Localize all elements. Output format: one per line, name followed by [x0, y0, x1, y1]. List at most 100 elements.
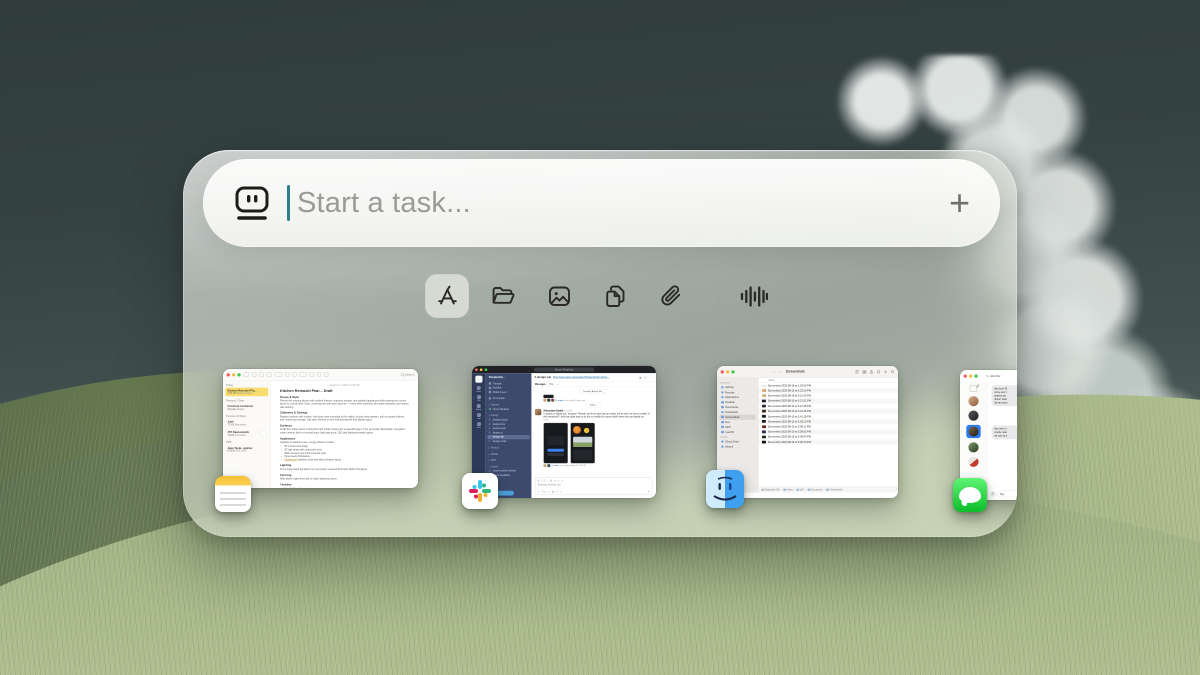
note-list-item-selected[interactable]: Kitchen Remodel Pla... 4:05 PM Scope & S… [225, 388, 268, 397]
rail-item-home[interactable]: Home [477, 386, 481, 392]
date-divider-today[interactable]: Today⌄ [586, 403, 602, 408]
to-field[interactable]: To: JoJo Nor [986, 375, 1000, 378]
avatar[interactable] [535, 409, 541, 415]
window-thumbnail-notes[interactable]: Search Today Kitchen Remodel Pla... 4:05… [223, 369, 418, 488]
channel-topic-link[interactable]: https://www.notion.so/perplexity/Product… [553, 376, 609, 379]
path-crumb[interactable]: Users [781, 488, 793, 491]
workspace-logo[interactable] [475, 376, 482, 383]
send-icon[interactable]: ➤ [648, 491, 650, 494]
file-row[interactable]: Screenshot 2025-08-13 at 5.28.10 PM [758, 440, 898, 445]
share-icon[interactable] [324, 373, 328, 377]
slack-search-bar[interactable]: Search Perplexity [534, 368, 594, 372]
note-list-item[interactable]: Jana Tesla - painter 8/30/20 555-0134 [225, 445, 268, 454]
path-crumb[interactable]: Screenshots [824, 488, 843, 491]
rail-item-activity[interactable]: Activity [476, 404, 481, 410]
sidebar-toggle-icon[interactable] [244, 373, 249, 377]
note-link[interactable]: Undermount [284, 458, 297, 461]
slack-app-icon[interactable] [462, 473, 498, 509]
conversation-avatar[interactable] [968, 396, 978, 406]
conversation-avatar[interactable] [968, 442, 978, 452]
header-icons[interactable]: ◉ ⓘ ⋮ [639, 375, 653, 379]
traffic-lights[interactable] [721, 370, 735, 373]
composer-actions[interactable]: ＋ Aa ☺ @ ✎ ⌗ [538, 490, 563, 493]
compose-note-icon[interactable] [275, 373, 282, 377]
chat-area[interactable]: Hey love! W come over t projects an dinn… [987, 382, 1017, 500]
notes-editor[interactable]: August 14, 2025 at 4:05 PM Kitchen Remod… [271, 381, 418, 488]
notes-app-icon[interactable] [215, 476, 251, 512]
format-toolbar[interactable]: B I S ⎯ ⛓ ≡ ≡ ⟨⟩ [538, 479, 650, 482]
replies-link[interactable]: 4 replies [551, 465, 559, 467]
attachment-screenshot-1[interactable] [543, 423, 568, 464]
tags-icon[interactable] [877, 370, 880, 373]
sidebar-item-macos[interactable]: macOS [719, 429, 755, 434]
date-divider[interactable]: Tuesday, August 5th⌄ [579, 389, 608, 394]
lock-icon[interactable] [317, 373, 321, 377]
traffic-lights[interactable] [475, 368, 487, 371]
message-feed[interactable]: Tuesday, August 5th⌄ 40 replies Last rep… [531, 387, 656, 476]
thread-row[interactable]: 40 replies Last reply 2 days ago [543, 399, 652, 402]
list-view-icon[interactable] [252, 373, 256, 377]
add-attachment-icon[interactable]: + [990, 491, 995, 496]
group-view-icon[interactable] [863, 370, 867, 373]
add-button[interactable]: + [949, 185, 970, 221]
channel-item[interactable]: design-mode [486, 439, 532, 443]
compose-icon[interactable] [970, 385, 977, 392]
thread-replies-link[interactable]: 40 replies [555, 399, 564, 401]
path-crumb[interactable]: p00 [794, 488, 804, 491]
back-forward-buttons[interactable]: ‹ › [774, 369, 783, 374]
checklist-icon[interactable] [292, 373, 296, 377]
traffic-lights[interactable] [227, 373, 241, 376]
media-icon[interactable] [310, 373, 314, 377]
files-label[interactable]: 2 files [543, 419, 652, 421]
conversation-avatar[interactable] [968, 457, 978, 467]
format-icon[interactable] [285, 373, 289, 377]
window-thumbnail-finder[interactable]: ‹ › Screenshots Favorites AirDrop [717, 366, 898, 498]
message-input[interactable]: Hey [997, 491, 1017, 498]
channel-name[interactable]: # design-sql [534, 375, 551, 378]
search-icon[interactable] [891, 370, 894, 373]
sidebar-item-drafts[interactable]: Drafts & sent [486, 390, 532, 394]
mode-files[interactable] [481, 274, 525, 318]
section-product[interactable]: Product [486, 446, 532, 450]
mode-images[interactable] [537, 274, 581, 318]
sidebar-item-dm[interactable]: Henry Modisett [486, 407, 532, 411]
traffic-lights[interactable] [964, 374, 978, 377]
messages-app-icon[interactable] [953, 478, 987, 512]
actions-gear-icon[interactable] [884, 370, 888, 373]
window-thumbnail-slack[interactable]: Search Perplexity Home DMs Activity Late… [472, 366, 656, 498]
file-attachments [543, 423, 652, 464]
mode-attachments[interactable] [649, 274, 693, 318]
section-mdx[interactable]: MDX [486, 458, 532, 462]
sidebar-item-shared[interactable]: Shared [719, 444, 755, 449]
section-mobile[interactable]: Mobile [486, 452, 532, 456]
path-crumb[interactable]: Macintosh HD [761, 488, 779, 491]
notes-search-field[interactable]: Search [401, 373, 415, 376]
rail-item-later[interactable]: Later [477, 413, 481, 419]
mode-apps[interactable] [425, 274, 469, 318]
mode-voice[interactable] [731, 274, 775, 318]
gallery-view-icon[interactable] [259, 373, 263, 377]
window-title: Screenshots [786, 370, 805, 374]
attachment-screenshot-2[interactable] [570, 423, 595, 464]
reply-row[interactable]: 4 replies Last reply today at 2:18 PM [543, 464, 652, 467]
tab-messages[interactable]: Messages [535, 383, 546, 386]
note-list-item[interactable]: 457 Dawsonwick 7/5/25 Contractor [225, 429, 268, 438]
path-crumb[interactable]: Documents [805, 488, 823, 491]
message-composer[interactable]: B I S ⎯ ⛓ ≡ ≡ ⟨⟩ Message #design-sql ＋ A… [535, 478, 652, 495]
tab-pins[interactable]: Pins [549, 383, 553, 386]
finder-app-icon[interactable] [706, 470, 744, 508]
note-list-item[interactable]: June 7/7/25 Microwave [225, 419, 268, 428]
note-list-item[interactable]: Concrete contractor Monday Testing [225, 403, 268, 412]
task-input[interactable]: Start a task... + [203, 159, 1000, 247]
rail-item-more[interactable]: More [477, 422, 481, 428]
mode-clipboard[interactable] [593, 274, 637, 318]
list-view-icon[interactable] [855, 370, 859, 373]
table-icon[interactable] [300, 373, 307, 377]
rail-item-dms[interactable]: DMs [477, 395, 481, 401]
conversation-avatar[interactable] [968, 411, 978, 421]
delete-note-icon[interactable] [267, 373, 272, 377]
tab-add[interactable]: + [557, 383, 558, 386]
sidebar-item-unreads[interactable]: All unreads [486, 396, 532, 400]
share-icon[interactable] [870, 370, 873, 374]
conversation-avatar-selected[interactable] [966, 425, 980, 438]
